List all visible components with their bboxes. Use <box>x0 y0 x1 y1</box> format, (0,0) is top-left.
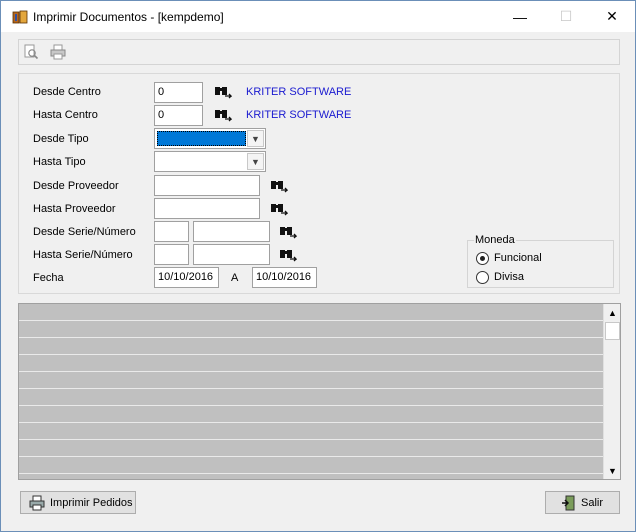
table-row[interactable] <box>19 355 603 372</box>
scroll-up-icon[interactable]: ▲ <box>604 304 620 321</box>
close-button[interactable]: ✕ <box>589 1 635 32</box>
printer-icon[interactable] <box>50 44 66 60</box>
binoculars-icon[interactable] <box>214 108 232 122</box>
hasta-centro-input[interactable]: 0 <box>154 105 203 126</box>
fecha-desde-input[interactable]: 10/10/2016 <box>154 267 219 288</box>
hasta-tipo-select[interactable]: ▼ <box>154 151 266 172</box>
table-row[interactable] <box>19 338 603 355</box>
table-row[interactable] <box>19 304 603 321</box>
hasta-proveedor-input[interactable] <box>154 198 260 219</box>
table-row[interactable] <box>19 321 603 338</box>
chevron-down-icon[interactable]: ▼ <box>247 130 264 147</box>
vertical-scrollbar[interactable]: ▲ ▼ <box>603 304 620 479</box>
desde-proveedor-input[interactable] <box>154 175 260 196</box>
filter-panel: Desde Centro 0 KRITER SOFTWARE Hasta Cen… <box>18 73 620 294</box>
table-row[interactable] <box>19 423 603 440</box>
fecha-separator: A <box>231 272 239 284</box>
imprimir-pedidos-button[interactable]: Imprimir Pedidos <box>20 491 136 514</box>
radio-selected-dot <box>480 256 485 261</box>
moneda-title: Moneda <box>474 234 516 246</box>
hasta-proveedor-label: Hasta Proveedor <box>33 203 116 215</box>
results-grid[interactable]: ▲ ▼ <box>18 303 621 480</box>
maximize-icon: ☐ <box>559 8 573 24</box>
desde-centro-label: Desde Centro <box>33 86 101 98</box>
hasta-centro-name: KRITER SOFTWARE <box>246 109 352 121</box>
toolbar <box>18 39 620 65</box>
exit-door-icon <box>562 495 575 510</box>
funcional-radio[interactable] <box>476 252 489 265</box>
imprimir-pedidos-label: Imprimir Pedidos <box>50 496 133 509</box>
divisa-label: Divisa <box>494 271 524 283</box>
desde-centro-input[interactable]: 0 <box>154 82 203 103</box>
selection-highlight <box>157 131 246 146</box>
title-bar: Imprimir Documentos - [kempdemo] — ☐ ✕ <box>1 1 635 32</box>
binoculars-icon[interactable] <box>214 85 232 99</box>
desde-tipo-select[interactable]: ▼ <box>154 128 266 149</box>
app-icon <box>12 10 28 24</box>
desde-proveedor-label: Desde Proveedor <box>33 180 119 192</box>
desde-serie-label: Desde Serie/Número <box>33 226 136 238</box>
table-row[interactable] <box>19 372 603 389</box>
table-row[interactable] <box>19 440 603 457</box>
salir-label: Salir <box>581 496 604 509</box>
chevron-down-icon[interactable]: ▼ <box>247 153 264 170</box>
scroll-down-icon[interactable]: ▼ <box>604 462 620 479</box>
close-icon: ✕ <box>606 8 618 24</box>
table-row[interactable] <box>19 457 603 474</box>
imprimir-documentos-window: Imprimir Documentos - [kempdemo] — ☐ ✕ D… <box>0 0 636 532</box>
window-title: Imprimir Documentos - [kempdemo] <box>33 10 224 24</box>
hasta-centro-label: Hasta Centro <box>33 109 98 121</box>
fecha-hasta-input[interactable]: 10/10/2016 <box>252 267 317 288</box>
desde-tipo-label: Desde Tipo <box>33 133 89 145</box>
minimize-icon: — <box>513 8 527 25</box>
print-preview-icon[interactable] <box>23 44 39 60</box>
hasta-serie-label: Hasta Serie/Número <box>33 249 133 261</box>
divisa-radio[interactable] <box>476 271 489 284</box>
binoculars-icon[interactable] <box>279 225 297 239</box>
table-row[interactable] <box>19 406 603 423</box>
funcional-label: Funcional <box>494 252 542 264</box>
table-row[interactable] <box>19 389 603 406</box>
desde-serie-input[interactable] <box>154 221 189 242</box>
binoculars-icon[interactable] <box>279 248 297 262</box>
moneda-group: Moneda Funcional Divisa <box>467 234 614 288</box>
hasta-serie-input[interactable] <box>154 244 189 265</box>
fecha-label: Fecha <box>33 272 64 284</box>
minimize-button[interactable]: — <box>497 1 543 32</box>
binoculars-icon[interactable] <box>270 179 288 193</box>
scroll-thumb[interactable] <box>605 322 620 340</box>
binoculars-icon[interactable] <box>270 202 288 216</box>
desde-numero-input[interactable] <box>193 221 270 242</box>
maximize-button[interactable]: ☐ <box>543 1 589 32</box>
desde-centro-name: KRITER SOFTWARE <box>246 86 352 98</box>
hasta-tipo-label: Hasta Tipo <box>33 156 86 168</box>
printer-icon <box>29 495 45 510</box>
hasta-numero-input[interactable] <box>193 244 270 265</box>
salir-button[interactable]: Salir <box>545 491 620 514</box>
